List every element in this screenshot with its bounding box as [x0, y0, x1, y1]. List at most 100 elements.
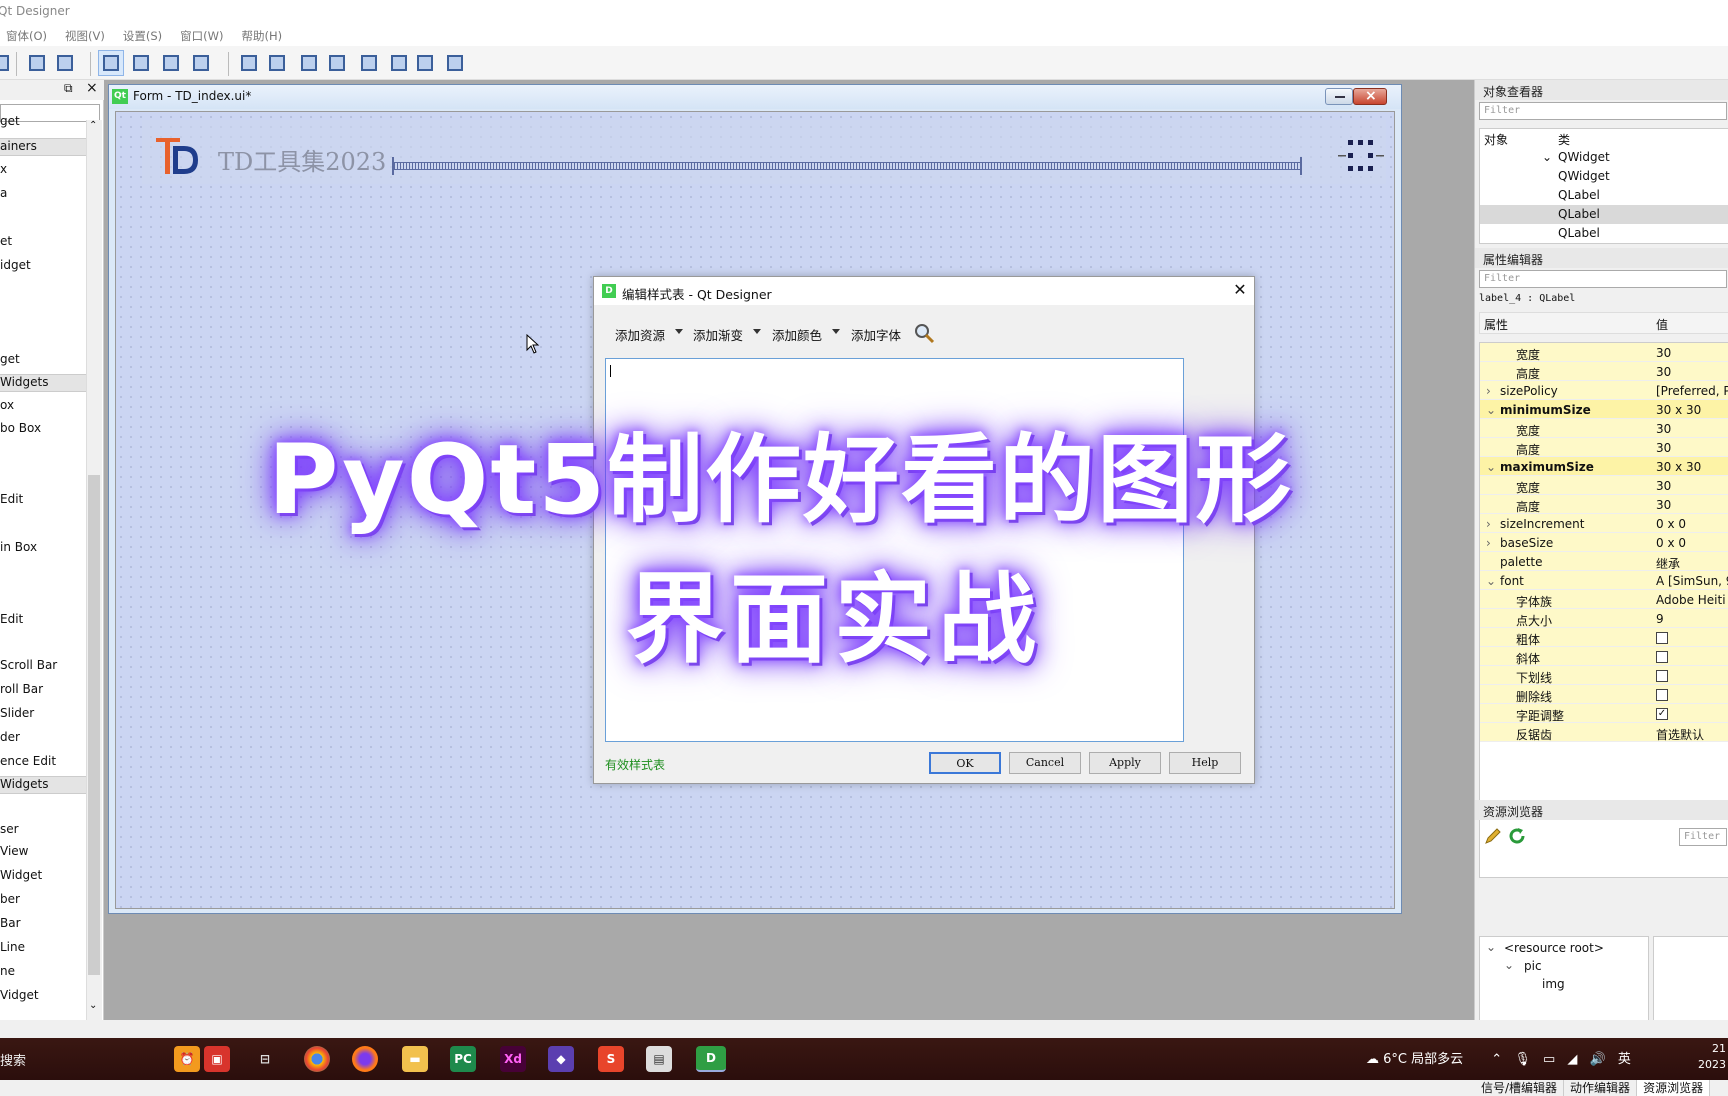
widget-item[interactable]: Scroll Bar: [0, 658, 57, 672]
property-row[interactable]: 宽度 30: [1480, 419, 1728, 438]
form-title-bar[interactable]: Qt Form - TD_index.ui* ×: [109, 85, 1401, 109]
widget-item[interactable]: View: [0, 844, 28, 858]
widget-item[interactable]: idget: [0, 258, 31, 272]
qt-designer-taskbar-icon[interactable]: D: [696, 1046, 726, 1072]
raise-icon[interactable]: [24, 50, 50, 76]
property-row[interactable]: 斜体: [1480, 647, 1728, 666]
minimize-button[interactable]: [1325, 88, 1353, 105]
property-value[interactable]: 30: [1656, 365, 1671, 379]
widget-item[interactable]: bo Box: [0, 421, 41, 435]
resource-filter[interactable]: Filter: [1679, 828, 1727, 846]
add-resource-button[interactable]: 添加资源: [615, 325, 665, 344]
menu-item-1[interactable]: 视图(V): [65, 28, 105, 46]
property-row[interactable]: 删除线: [1480, 685, 1728, 704]
edit-signals-icon[interactable]: [128, 50, 154, 76]
chrome-icon[interactable]: [304, 1046, 330, 1072]
widget-item[interactable]: get: [0, 114, 20, 128]
layout-vertical-icon[interactable]: [264, 50, 290, 76]
property-row[interactable]: › baseSize 0 x 0: [1480, 533, 1728, 552]
widget-item[interactable]: ence Edit: [0, 754, 56, 768]
widget-item[interactable]: Edit: [0, 612, 23, 626]
resource-file-item[interactable]: img: [1542, 977, 1565, 991]
property-value[interactable]: [Preferred, Pr: [1656, 384, 1728, 398]
expand-icon[interactable]: ›: [1486, 517, 1491, 531]
property-value[interactable]: 0 x 0: [1656, 536, 1686, 550]
property-row[interactable]: palette 继承: [1480, 552, 1728, 571]
gift-icon[interactable]: ▣: [204, 1046, 230, 1072]
resource-folder-item[interactable]: pic: [1524, 959, 1542, 973]
file-explorer-icon[interactable]: ▬: [402, 1046, 428, 1072]
widget-category[interactable]: Widgets: [0, 776, 86, 794]
alarm-clock-icon[interactable]: ⏰: [174, 1046, 200, 1072]
scroll-down-icon[interactable]: ⌄: [89, 1000, 97, 1011]
expand-icon[interactable]: ⌄: [1486, 940, 1496, 954]
property-row[interactable]: 宽度 30: [1480, 343, 1728, 362]
object-row[interactable]: QLabel: [1480, 224, 1728, 243]
menu-item-2[interactable]: 设置(S): [123, 28, 162, 46]
property-value[interactable]: 30: [1656, 479, 1671, 493]
property-value[interactable]: Adobe Heiti S: [1656, 593, 1728, 607]
property-value[interactable]: 30: [1656, 422, 1671, 436]
object-row[interactable]: QWidget: [1480, 167, 1728, 186]
property-row[interactable]: ⌄ maximumSize 30 x 30: [1480, 457, 1728, 476]
property-row[interactable]: 粗体: [1480, 628, 1728, 647]
object-tree[interactable]: 对象 类 ⌄ QWidget QWidget QLabel QLabel QLabel: [1479, 128, 1728, 244]
widget-item[interactable]: roll Bar: [0, 682, 43, 696]
edit-buddies-icon[interactable]: [158, 50, 184, 76]
scroll-up-icon[interactable]: ⌃: [89, 120, 97, 131]
property-row[interactable]: 高度 30: [1480, 438, 1728, 457]
object-row[interactable]: QLabel: [1480, 205, 1728, 224]
magnifier-icon[interactable]: [912, 321, 936, 345]
property-checkbox[interactable]: [1656, 632, 1668, 644]
widget-item[interactable]: Line: [0, 940, 25, 954]
property-value[interactable]: 首选默认: [1656, 726, 1704, 743]
widget-item[interactable]: ox: [0, 398, 14, 412]
taskbar-clock[interactable]: 21 2023: [1686, 1041, 1726, 1073]
adjust-size-icon[interactable]: [442, 50, 468, 76]
property-row[interactable]: 字体族 Adobe Heiti S: [1480, 590, 1728, 609]
menu-item-4[interactable]: 帮助(H): [242, 28, 283, 46]
widget-item[interactable]: der: [0, 730, 20, 744]
property-value[interactable]: A [SimSun, 9: [1656, 574, 1728, 588]
add-color-button[interactable]: 添加颜色: [772, 325, 822, 344]
property-grid[interactable]: 宽度 30 高度 30 › sizePolicy [Preferred, Pr ⌄ minimu…: [1479, 342, 1728, 878]
widget-item[interactable]: Edit: [0, 492, 23, 506]
property-row[interactable]: › sizePolicy [Preferred, Pr: [1480, 381, 1728, 400]
save-icon[interactable]: [0, 50, 14, 76]
expand-icon[interactable]: ⌄: [1486, 403, 1496, 417]
menu-item-0[interactable]: 窗体(O): [6, 28, 47, 46]
layout-grid-icon[interactable]: [356, 50, 382, 76]
expand-icon[interactable]: ›: [1486, 384, 1491, 398]
widget-item[interactable]: in Box: [0, 540, 37, 554]
property-row[interactable]: ⌄ minimumSize 30 x 30: [1480, 400, 1728, 419]
layout-horizontal-icon[interactable]: [236, 50, 262, 76]
property-row[interactable]: 高度 30: [1480, 362, 1728, 381]
widget-item[interactable]: ser: [0, 822, 19, 836]
close-window-button[interactable]: ×: [1353, 88, 1387, 105]
property-checkbox[interactable]: ✓: [1656, 708, 1668, 720]
property-value[interactable]: 30: [1656, 441, 1671, 455]
network-icon[interactable]: ◢: [1567, 1052, 1577, 1067]
edit-widgets-icon[interactable]: [98, 50, 124, 76]
weather-icon[interactable]: ☁: [1366, 1052, 1379, 1067]
property-row[interactable]: 字距调整 ✓: [1480, 704, 1728, 723]
slides-app-icon[interactable]: S: [598, 1046, 624, 1072]
add-gradient-dropdown-icon[interactable]: [753, 329, 761, 334]
expand-icon[interactable]: ⌄: [1542, 150, 1552, 164]
add-resource-dropdown-icon[interactable]: [675, 329, 683, 334]
property-editor-filter[interactable]: Filter: [1479, 270, 1727, 288]
widget-item[interactable]: et: [0, 234, 12, 248]
volume-icon[interactable]: 🔊: [1590, 1052, 1606, 1067]
widget-item[interactable]: ber: [0, 892, 20, 906]
expand-icon[interactable]: ⌄: [1504, 958, 1514, 972]
apply-button[interactable]: Apply: [1089, 752, 1161, 774]
property-row[interactable]: ⌄ font A [SimSun, 9: [1480, 571, 1728, 590]
split-horizontal-icon[interactable]: [296, 50, 322, 76]
document-app-icon[interactable]: ▤: [646, 1046, 672, 1072]
battery-icon[interactable]: ▭: [1543, 1052, 1555, 1067]
property-row[interactable]: 高度 30: [1480, 495, 1728, 514]
float-icon[interactable]: ⧉: [64, 81, 73, 96]
menu-grid-icon[interactable]: [1338, 138, 1384, 174]
widget-category[interactable]: ainers: [0, 138, 86, 156]
add-gradient-button[interactable]: 添加渐变: [693, 325, 743, 344]
